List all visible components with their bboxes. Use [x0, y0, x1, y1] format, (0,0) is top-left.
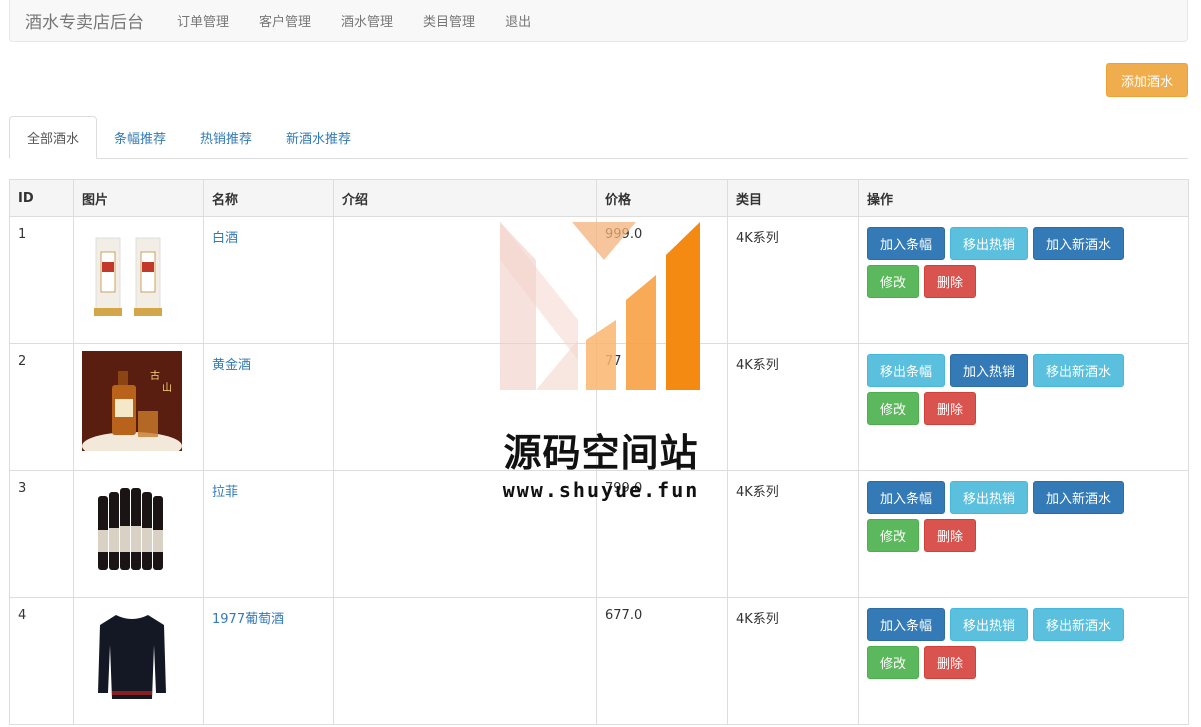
cell-id: 1	[9, 216, 74, 344]
cell-intro	[333, 597, 597, 725]
edit-button[interactable]: 修改	[867, 265, 920, 298]
top-navbar: 酒水专卖店后台 订单管理 客户管理 酒水管理 类目管理 退出	[9, 0, 1188, 42]
cell-intro	[333, 216, 597, 344]
black-sweater-image	[82, 605, 182, 705]
cell-price: 677.0	[596, 597, 728, 725]
cell-name: 1977葡萄酒	[203, 597, 334, 725]
cell-name: 拉菲	[203, 470, 334, 598]
add-new-button[interactable]: 加入新酒水	[1033, 227, 1125, 260]
cell-category: 4K系列	[727, 343, 859, 471]
add-hot-button[interactable]: 加入热销	[950, 354, 1029, 387]
cell-image	[73, 470, 204, 598]
header-category: 类目	[727, 179, 859, 217]
add-new-button[interactable]: 加入新酒水	[1033, 481, 1125, 514]
cell-category: 4K系列	[727, 470, 859, 598]
edit-button[interactable]: 修改	[867, 392, 920, 425]
edit-button[interactable]: 修改	[867, 646, 920, 679]
table-header-row: ID 图片 名称 介绍 价格 类目 操作	[9, 179, 1189, 217]
remove-new-button[interactable]: 移出新酒水	[1033, 354, 1125, 387]
cell-intro	[333, 343, 597, 471]
baijiu-bottles-image	[82, 224, 182, 324]
nav-categories[interactable]: 类目管理	[408, 11, 490, 30]
tab-new[interactable]: 新酒水推荐	[269, 116, 368, 158]
liquor-table: ID 图片 名称 介绍 价格 类目 操作 1 白酒 999.0 4K系列 加入条…	[9, 179, 1189, 725]
product-name-link[interactable]: 拉菲	[212, 485, 238, 500]
svg-text:山: 山	[162, 382, 172, 394]
remove-hot-button[interactable]: 移出热销	[950, 608, 1029, 641]
delete-button[interactable]: 删除	[924, 519, 977, 552]
header-name: 名称	[203, 179, 334, 217]
product-name-link[interactable]: 黄金酒	[212, 358, 251, 373]
cell-category: 4K系列	[727, 597, 859, 725]
wine-bottles-image	[82, 478, 182, 578]
cell-price: 77	[596, 343, 728, 471]
table-row: 1 白酒 999.0 4K系列 加入条幅 移出热销 加入新酒水 修改 删除	[9, 216, 1189, 344]
cell-name: 白酒	[203, 216, 334, 344]
cell-id: 4	[9, 597, 74, 725]
cell-actions: 加入条幅 移出热销 加入新酒水 修改 删除	[858, 470, 1189, 598]
header-price: 价格	[596, 179, 728, 217]
cell-name: 黄金酒	[203, 343, 334, 471]
nav-logout[interactable]: 退出	[490, 11, 546, 30]
brand-title[interactable]: 酒水专卖店后台	[10, 8, 162, 33]
cell-price: 999.0	[596, 216, 728, 344]
nav-orders[interactable]: 订单管理	[162, 11, 244, 30]
tab-all[interactable]: 全部酒水	[9, 116, 98, 159]
cell-intro	[333, 470, 597, 598]
product-name-link[interactable]: 白酒	[212, 231, 238, 246]
remove-hot-button[interactable]: 移出热销	[950, 481, 1029, 514]
add-liquor-button[interactable]: 添加酒水	[1106, 63, 1188, 97]
cell-actions: 加入条幅 移出热销 移出新酒水 修改 删除	[858, 597, 1189, 725]
header-actions: 操作	[858, 179, 1189, 217]
nav-liquor[interactable]: 酒水管理	[326, 11, 408, 30]
header-id: ID	[9, 179, 74, 217]
svg-text:古: 古	[150, 369, 160, 382]
tab-banner[interactable]: 条幅推荐	[97, 116, 183, 158]
cell-actions: 加入条幅 移出热销 加入新酒水 修改 删除	[858, 216, 1189, 344]
filter-tabs: 全部酒水 条幅推荐 热销推荐 新酒水推荐	[9, 116, 1188, 159]
remove-new-button[interactable]: 移出新酒水	[1033, 608, 1125, 641]
remove-banner-button[interactable]: 移出条幅	[867, 354, 946, 387]
cell-image	[73, 597, 204, 725]
table-row: 3 拉菲 799.0 4K系列 加入条幅 移出热销 加入新酒水 修改 删除	[9, 470, 1189, 598]
cell-actions: 移出条幅 加入热销 移出新酒水 修改 删除	[858, 343, 1189, 471]
remove-hot-button[interactable]: 移出热销	[950, 227, 1029, 260]
table-row: 4 1977葡萄酒 677.0 4K系列 加入条幅 移出热销 移出新酒水 修改	[9, 597, 1189, 725]
header-intro: 介绍	[333, 179, 597, 217]
cell-image: 古 山	[73, 343, 204, 471]
delete-button[interactable]: 删除	[924, 646, 977, 679]
edit-button[interactable]: 修改	[867, 519, 920, 552]
add-banner-button[interactable]: 加入条幅	[867, 227, 946, 260]
product-name-link[interactable]: 1977葡萄酒	[212, 612, 284, 627]
delete-button[interactable]: 删除	[924, 265, 977, 298]
golden-liquor-image: 古 山	[82, 351, 182, 451]
cell-image	[73, 216, 204, 344]
table-row: 2 古 山 黄金酒 77 4K系列 移出条幅 加入热销 移出新酒水 修改 删除	[9, 343, 1189, 471]
tab-hot[interactable]: 热销推荐	[183, 116, 269, 158]
cell-price: 799.0	[596, 470, 728, 598]
delete-button[interactable]: 删除	[924, 392, 977, 425]
cell-category: 4K系列	[727, 216, 859, 344]
add-banner-button[interactable]: 加入条幅	[867, 608, 946, 641]
nav-customers[interactable]: 客户管理	[244, 11, 326, 30]
cell-id: 2	[9, 343, 74, 471]
header-image: 图片	[73, 179, 204, 217]
add-banner-button[interactable]: 加入条幅	[867, 481, 946, 514]
cell-id: 3	[9, 470, 74, 598]
